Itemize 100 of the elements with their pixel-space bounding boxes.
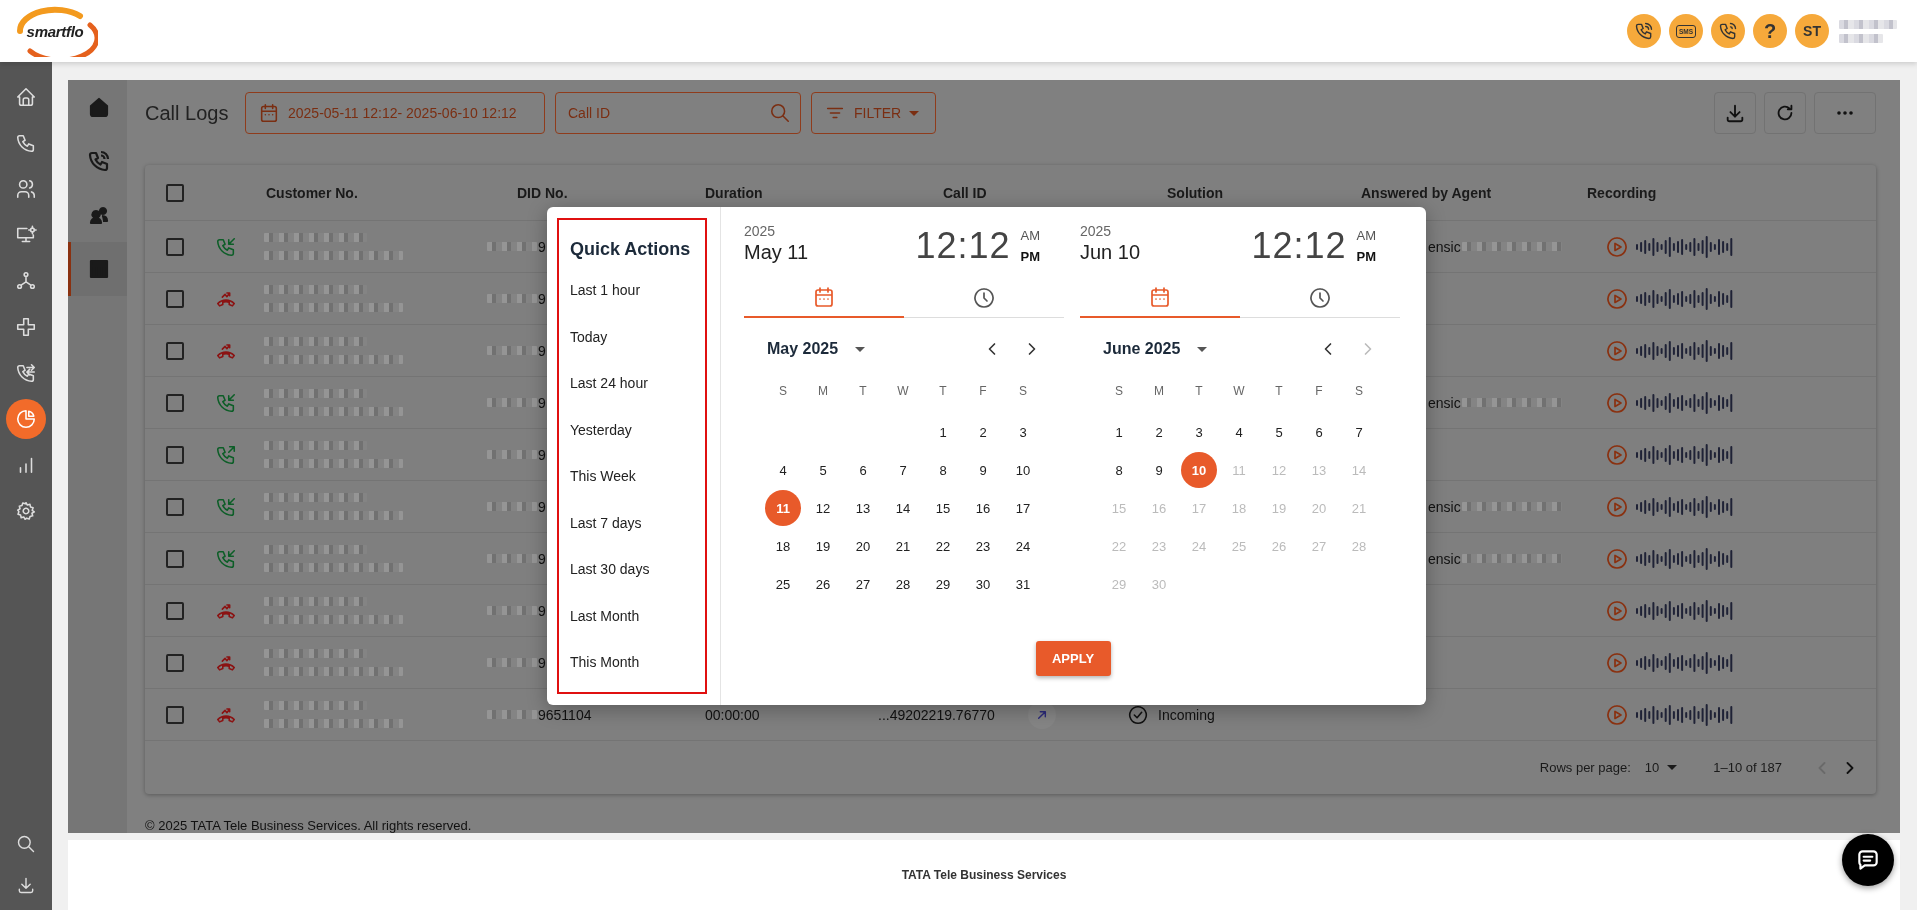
calendar-day[interactable]: 19 (805, 528, 841, 564)
row-checkbox[interactable] (166, 393, 184, 412)
apply-button[interactable]: APPLY (1035, 641, 1111, 676)
calendar-day[interactable]: 7 (885, 452, 921, 488)
row-checkbox[interactable] (166, 445, 184, 464)
column-header: Recording (1587, 184, 1657, 201)
quick-action-item[interactable]: This Week (570, 453, 636, 500)
weekday-label: T (1194, 383, 1204, 400)
quick-action-item[interactable]: Today (570, 313, 608, 360)
audio-waveform-icon (1635, 702, 1735, 727)
month-label[interactable]: May 2025 (767, 340, 839, 358)
calendar-day[interactable]: 11 (765, 490, 801, 526)
weekday-label: M (817, 383, 829, 400)
did-number: 9 (538, 446, 546, 463)
selected-time[interactable]: 12:12 (915, 225, 1011, 267)
row-checkbox[interactable] (166, 601, 184, 620)
column-header: Solution (1167, 184, 1223, 201)
quick-action-item[interactable]: Last 1 hour (570, 267, 641, 314)
did-number: 9 (538, 602, 546, 619)
calendar-day[interactable]: 3 (1005, 414, 1041, 450)
calendar-day[interactable]: 28 (885, 566, 921, 602)
row-checkbox[interactable] (166, 705, 184, 724)
blurred-text (487, 502, 537, 511)
quick-action-item[interactable]: Yesterday (570, 406, 632, 453)
calendar-day[interactable]: 27 (845, 566, 881, 602)
quick-action-item[interactable]: Last 30 days (570, 546, 650, 593)
select-all-checkbox[interactable] (166, 183, 184, 202)
quick-action-item[interactable]: Last 7 days (570, 499, 642, 546)
calendar-day[interactable]: 1 (1101, 414, 1137, 450)
column-header: Call ID (943, 184, 987, 201)
quick-action-item[interactable]: This Month (570, 639, 640, 686)
help-button[interactable]: ? (1753, 14, 1787, 48)
meridiem-toggle[interactable]: AM (1356, 228, 1376, 243)
calendar-day[interactable]: 20 (845, 528, 881, 564)
calendar-day[interactable]: 16 (965, 490, 1001, 526)
meridiem-toggle[interactable]: AM (1020, 228, 1040, 243)
calendar-day[interactable]: 8 (1101, 452, 1137, 488)
calendar-day[interactable]: 24 (1005, 528, 1041, 564)
calendar-day[interactable]: 10 (1005, 452, 1041, 488)
did-number: 9651104 (538, 706, 592, 723)
meridiem-toggle[interactable]: PM (1356, 249, 1376, 264)
phone-icon (87, 149, 111, 173)
calendar-day[interactable]: 8 (925, 452, 961, 488)
calendar-day[interactable]: 23 (965, 528, 1001, 564)
calendar-day[interactable]: 4 (765, 452, 801, 488)
row-checkbox[interactable] (166, 341, 184, 360)
calendar-day[interactable]: 1 (925, 414, 961, 450)
calendar-day[interactable]: 26 (805, 566, 841, 602)
call-button[interactable] (1627, 14, 1661, 48)
user-avatar[interactable]: ST (1795, 14, 1829, 48)
did-number: 9 (538, 238, 546, 255)
sidebar-item[interactable] (6, 399, 46, 439)
calendar-day[interactable]: 6 (1301, 414, 1337, 450)
calendar-day[interactable]: 10 (1181, 452, 1217, 488)
calendar-day[interactable]: 30 (965, 566, 1001, 602)
calendar-day[interactable]: 31 (1005, 566, 1041, 602)
calendar-day[interactable]: 15 (925, 490, 961, 526)
calendar-day[interactable]: 3 (1181, 414, 1217, 450)
calendar-day[interactable]: 9 (965, 452, 1001, 488)
month-label[interactable]: June 2025 (1103, 340, 1181, 358)
calendar-day[interactable]: 6 (845, 452, 881, 488)
row-checkbox[interactable] (166, 289, 184, 308)
calendar-day[interactable]: 5 (1261, 414, 1297, 450)
blurred-text (487, 346, 537, 355)
row-checkbox[interactable] (166, 237, 184, 256)
refresh-button[interactable] (1764, 92, 1806, 134)
calendar-day[interactable]: 2 (965, 414, 1001, 450)
download-button[interactable] (1714, 92, 1756, 134)
quick-action-item[interactable]: Last Month (570, 592, 640, 639)
calendar-day[interactable]: 29 (925, 566, 961, 602)
calendar-day[interactable]: 12 (805, 490, 841, 526)
subnav-item[interactable] (68, 242, 127, 296)
home-icon (87, 95, 111, 119)
call-id-search-field[interactable]: Call ID (555, 92, 801, 134)
calendar-day[interactable]: 25 (765, 566, 801, 602)
quick-action-item[interactable]: Last 24 hour (570, 360, 648, 407)
selected-time[interactable]: 12:12 (1251, 225, 1347, 267)
column-header: Duration (705, 184, 763, 201)
weekday-label: S (1018, 383, 1028, 400)
calendar-icon (1148, 285, 1172, 309)
caret-icon[interactable] (854, 345, 867, 353)
calendar-day[interactable]: 5 (805, 452, 841, 488)
row-checkbox[interactable] (166, 653, 184, 672)
calendar-day[interactable]: 7 (1341, 414, 1377, 450)
rows-per-page-select[interactable]: 10 (1644, 760, 1678, 775)
calendar-day[interactable]: 14 (885, 490, 921, 526)
row-checkbox[interactable] (166, 497, 184, 516)
calendar-day[interactable]: 18 (765, 528, 801, 564)
calendar-day[interactable]: 13 (845, 490, 881, 526)
calendar-day[interactable]: 9 (1141, 452, 1177, 488)
calendar-day[interactable]: 21 (885, 528, 921, 564)
row-checkbox[interactable] (166, 549, 184, 568)
calendar-day[interactable]: 17 (1005, 490, 1041, 526)
calendar-day[interactable]: 22 (925, 528, 961, 564)
calendar-day[interactable]: 2 (1141, 414, 1177, 450)
page-range: 1–10 of 187 (1713, 760, 1782, 775)
calendar-day[interactable]: 4 (1221, 414, 1257, 450)
caret-icon[interactable] (1196, 345, 1209, 353)
meridiem-toggle[interactable]: PM (1020, 249, 1040, 264)
call-status-button[interactable] (1711, 14, 1745, 48)
